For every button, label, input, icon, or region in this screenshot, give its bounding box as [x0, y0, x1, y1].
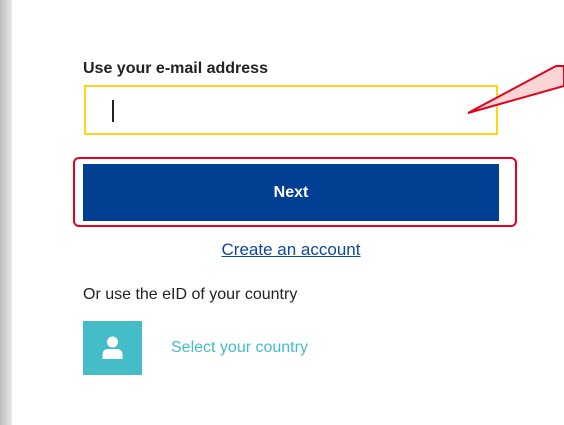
callout-pointer [467, 65, 564, 114]
